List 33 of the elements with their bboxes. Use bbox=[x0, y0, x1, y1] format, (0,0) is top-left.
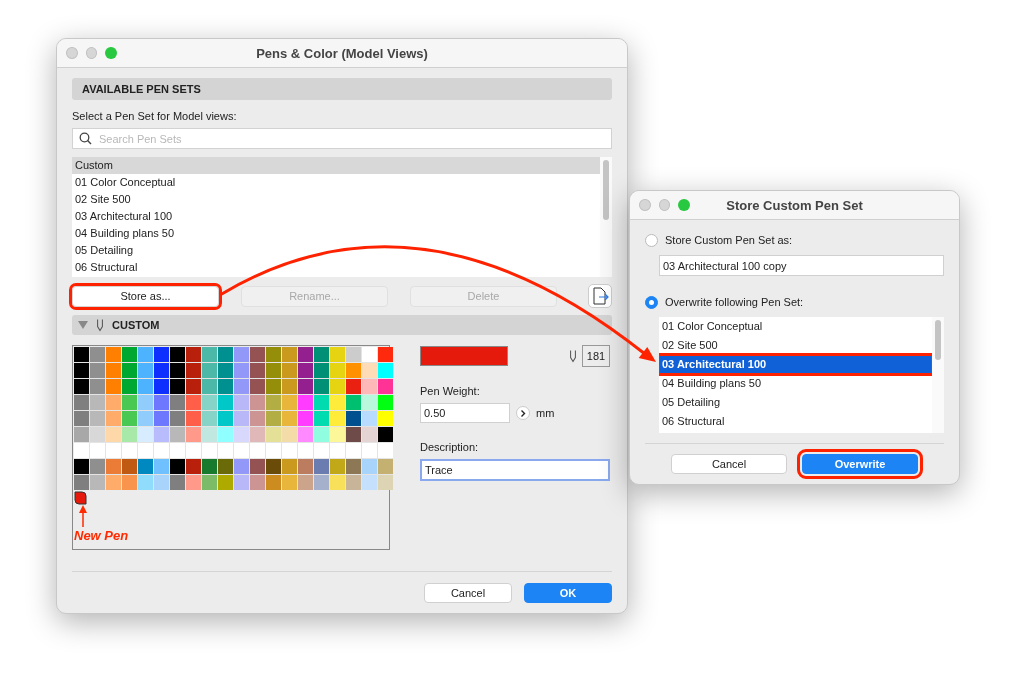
pen-set-item[interactable]: 03 Architectural 100 bbox=[659, 355, 932, 374]
section-header: AVAILABLE PEN SETS bbox=[72, 78, 612, 100]
pen-set-item[interactable]: 01 Color Conceptual bbox=[72, 174, 600, 191]
pen-set-button[interactable]: Store as... bbox=[72, 285, 219, 307]
unit-label: mm bbox=[536, 407, 555, 419]
dialog-button[interactable]: Cancel bbox=[424, 583, 512, 603]
pen-weight-field[interactable]: 0.50 bbox=[420, 403, 510, 423]
radio-label: Overwrite following Pen Set: bbox=[665, 296, 804, 308]
pen-set-item[interactable]: 04 Building plans 50 bbox=[659, 374, 932, 393]
search-field[interactable]: Search Pen Sets bbox=[72, 128, 612, 149]
pen-set-item[interactable]: 04 Building plans 50 bbox=[72, 225, 600, 242]
pen-number: 181 bbox=[582, 345, 610, 367]
pen-set-item[interactable]: 05 Detailing bbox=[659, 393, 932, 412]
pen-set-item[interactable]: 06 Structural bbox=[659, 412, 932, 431]
description-field[interactable]: Trace bbox=[420, 459, 610, 481]
pen-set-item[interactable]: 01 Color Conceptual bbox=[659, 317, 932, 336]
pen-set-item[interactable]: 05 Detailing bbox=[72, 242, 600, 259]
dialog-button[interactable]: OK bbox=[524, 583, 612, 603]
pen-weight-label: Pen Weight: bbox=[420, 385, 481, 397]
prompt-label: Select a Pen Set for Model views: bbox=[72, 110, 238, 122]
dialog-button[interactable]: Cancel bbox=[671, 454, 787, 474]
pen-set-item[interactable]: 02 Site 500 bbox=[659, 336, 932, 355]
pen-set-item[interactable]: 03 Architectural 100 bbox=[72, 208, 600, 225]
name-field[interactable]: 03 Architectural 100 copy bbox=[659, 255, 944, 276]
section-title: CUSTOM bbox=[112, 319, 160, 331]
radio-label: Store Custom Pen Set as: bbox=[665, 234, 793, 246]
annotation-label: New Pen bbox=[74, 528, 129, 543]
pen-set-item[interactable]: 06 Structural bbox=[72, 259, 600, 276]
description-label: Description: bbox=[420, 441, 480, 453]
pen-set-item[interactable]: 02 Site 500 bbox=[72, 191, 600, 208]
window-title: Store Custom Pen Set bbox=[725, 197, 864, 213]
pen-set-item[interactable]: Custom bbox=[72, 157, 600, 174]
window-title: Pens & Color (Model Views) bbox=[255, 45, 429, 61]
